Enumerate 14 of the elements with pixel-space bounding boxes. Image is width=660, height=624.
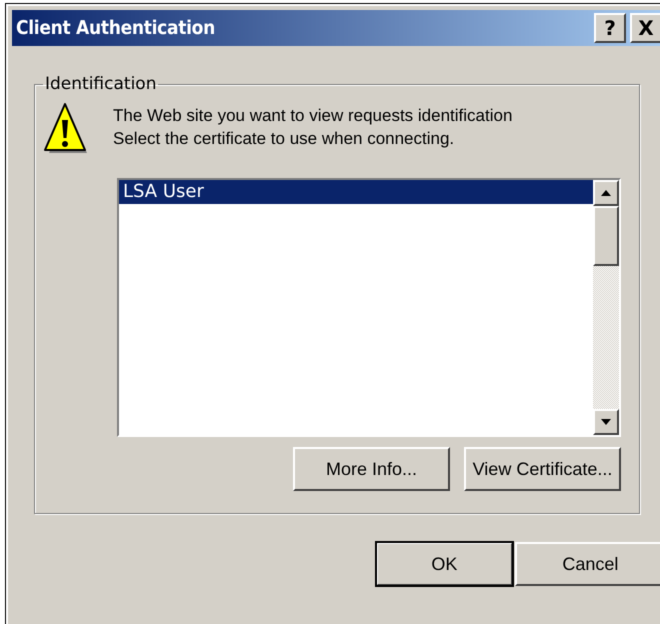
message-text: The Web site you want to view requests identification: [113, 105, 512, 127]
scroll-bar[interactable]: [593, 180, 619, 435]
window-title: Client Authentication: [16, 17, 215, 39]
help-button[interactable]: ?: [594, 13, 626, 43]
close-button[interactable]: X: [630, 13, 660, 43]
certificate-item[interactable]: LSA User: [119, 180, 593, 204]
message-text: Select the certificate to use when connecting.: [113, 128, 456, 150]
ok-button[interactable]: OK: [376, 542, 513, 586]
more-info-button[interactable]: More Info...: [293, 447, 450, 491]
cancel-button[interactable]: Cancel: [514, 542, 660, 586]
warning-icon: [43, 100, 87, 156]
scroll-thumb[interactable]: [593, 206, 619, 266]
group-label: Identification: [44, 74, 158, 94]
view-certificate-button[interactable]: View Certificate...: [464, 447, 621, 491]
